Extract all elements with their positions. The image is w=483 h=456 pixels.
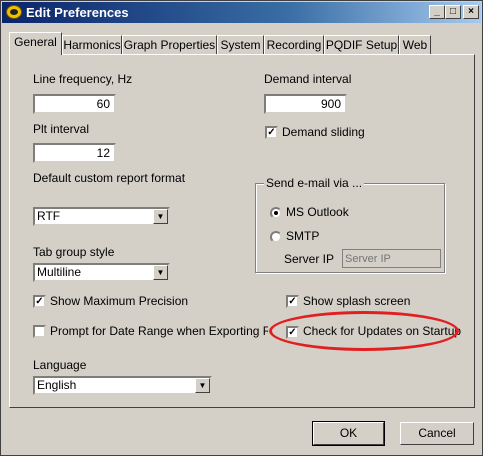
email-group-legend: Send e-mail via ... — [264, 176, 365, 190]
show-splash-checkbox[interactable]: ✓ — [286, 295, 299, 308]
tab-group-style-value: Multiline — [37, 265, 82, 279]
ok-button[interactable]: OK — [312, 421, 385, 446]
tab-general[interactable]: General — [9, 32, 62, 55]
tab-harmonics[interactable]: Harmonics — [62, 35, 122, 54]
line-frequency-label: Line frequency, Hz — [33, 72, 133, 86]
show-max-precision-checkbox[interactable]: ✓ — [33, 295, 46, 308]
chevron-down-icon[interactable]: ▼ — [153, 265, 168, 280]
language-value: English — [37, 378, 77, 392]
demand-sliding-checkbox[interactable]: ✓ — [265, 126, 278, 139]
demand-interval-label: Demand interval — [264, 72, 352, 86]
cancel-button[interactable]: Cancel — [400, 422, 474, 445]
report-format-select[interactable]: RTF ▼ — [33, 207, 170, 226]
tab-group-style-label: Tab group style — [33, 245, 115, 259]
window-title: Edit Preferences — [26, 5, 129, 20]
chevron-down-icon[interactable]: ▼ — [195, 378, 210, 393]
tab-recording[interactable]: Recording — [264, 35, 324, 54]
plt-interval-label: Plt interval — [33, 122, 90, 136]
title-bar: Edit Preferences _ □ × — [2, 2, 481, 23]
smtp-label: SMTP — [286, 229, 320, 243]
tab-pqdif-setup[interactable]: PQDIF Setup — [324, 35, 399, 54]
maximize-button[interactable]: □ — [445, 5, 461, 19]
minimize-button[interactable]: _ — [429, 5, 445, 19]
ms-outlook-radio[interactable] — [270, 207, 282, 219]
server-ip-input[interactable] — [342, 249, 441, 268]
smtp-radio[interactable] — [270, 231, 282, 243]
tab-web[interactable]: Web — [399, 35, 431, 54]
prompt-date-range-label: Prompt for Date Range when Exporting Rep… — [50, 324, 268, 338]
ms-outlook-label: MS Outlook — [286, 205, 349, 219]
line-frequency-input[interactable]: 60 — [33, 94, 116, 114]
tab-system[interactable]: System — [217, 35, 264, 54]
edit-preferences-window: Edit Preferences _ □ × General Harmonics… — [0, 0, 483, 456]
report-format-label: Default custom report format — [33, 171, 186, 185]
tab-graph-properties[interactable]: Graph Properties — [122, 35, 217, 54]
chevron-down-icon[interactable]: ▼ — [153, 209, 168, 224]
red-annotation-ellipse — [269, 311, 459, 351]
plt-interval-input[interactable]: 12 — [33, 143, 116, 163]
prompt-date-range-checkbox[interactable] — [33, 325, 46, 338]
show-max-precision-label: Show Maximum Precision — [50, 294, 189, 308]
language-select[interactable]: English ▼ — [33, 376, 212, 395]
language-label: Language — [33, 358, 87, 372]
demand-interval-input[interactable]: 900 — [264, 94, 347, 114]
tab-group-style-select[interactable]: Multiline ▼ — [33, 263, 170, 282]
show-splash-label: Show splash screen — [303, 294, 411, 308]
demand-sliding-label: Demand sliding — [282, 125, 365, 139]
report-format-value: RTF — [37, 209, 61, 223]
server-ip-label: Server IP — [284, 252, 335, 266]
close-button[interactable]: × — [463, 5, 479, 19]
general-panel: Line frequency, Hz 60 Plt interval 12 De… — [9, 54, 475, 408]
app-icon — [6, 5, 22, 19]
